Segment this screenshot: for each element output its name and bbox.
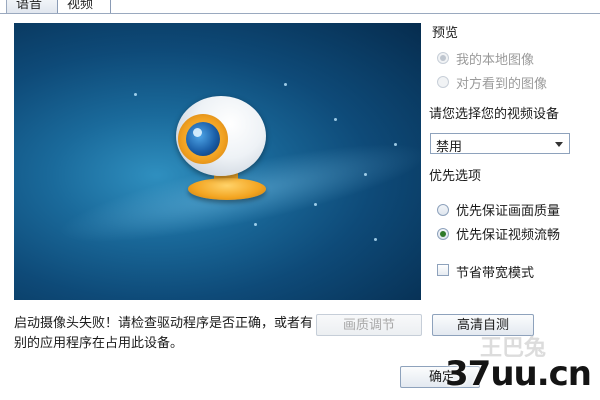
tab-bar: 语音 视频 [0, 0, 600, 14]
radio-quality-priority[interactable] [437, 204, 449, 216]
radio-smooth-priority-label: 优先保证视频流畅 [456, 228, 561, 243]
panel-border [0, 13, 600, 14]
chevron-down-icon [555, 142, 563, 147]
tab-audio[interactable]: 语音 [6, 0, 58, 13]
radio-remote-image[interactable] [437, 76, 449, 88]
sparkle [394, 143, 397, 146]
radio-local-image[interactable] [437, 52, 449, 64]
error-message: 启动摄像头失败！请检查驱动程序是否正确，或者有别的应用程序在占用此设备。 [14, 316, 314, 351]
webcam-base [188, 178, 266, 200]
sparkle [334, 118, 337, 121]
webcam-lens-highlight [193, 128, 202, 137]
radio-remote-image-label: 对方看到的图像 [456, 77, 548, 92]
bandwidth-checkbox[interactable] [437, 264, 449, 276]
sparkle [254, 223, 257, 226]
tab-video[interactable]: 视频 [57, 0, 111, 13]
webcam-lens [186, 122, 220, 156]
radio-quality-priority-label: 优先保证画面质量 [456, 204, 561, 219]
sparkle [284, 83, 287, 86]
device-prompt: 请您选择您的视频设备 [429, 107, 560, 122]
watermark-logo: 37uu.cn [445, 354, 592, 394]
sparkle [364, 173, 367, 176]
priority-title: 优先选项 [429, 169, 482, 184]
quality-adjust-button[interactable]: 画质调节 [316, 314, 422, 336]
sparkle [314, 203, 317, 206]
bandwidth-checkbox-label: 节省带宽模式 [456, 266, 535, 281]
sparkle [374, 238, 377, 241]
sparkle [134, 93, 137, 96]
device-select[interactable]: 禁用 [430, 133, 570, 155]
radio-local-image-label: 我的本地图像 [456, 53, 535, 68]
preview-title: 预览 [432, 26, 459, 41]
radio-smooth-priority[interactable] [437, 228, 449, 240]
device-select-value: 禁用 [436, 140, 463, 155]
